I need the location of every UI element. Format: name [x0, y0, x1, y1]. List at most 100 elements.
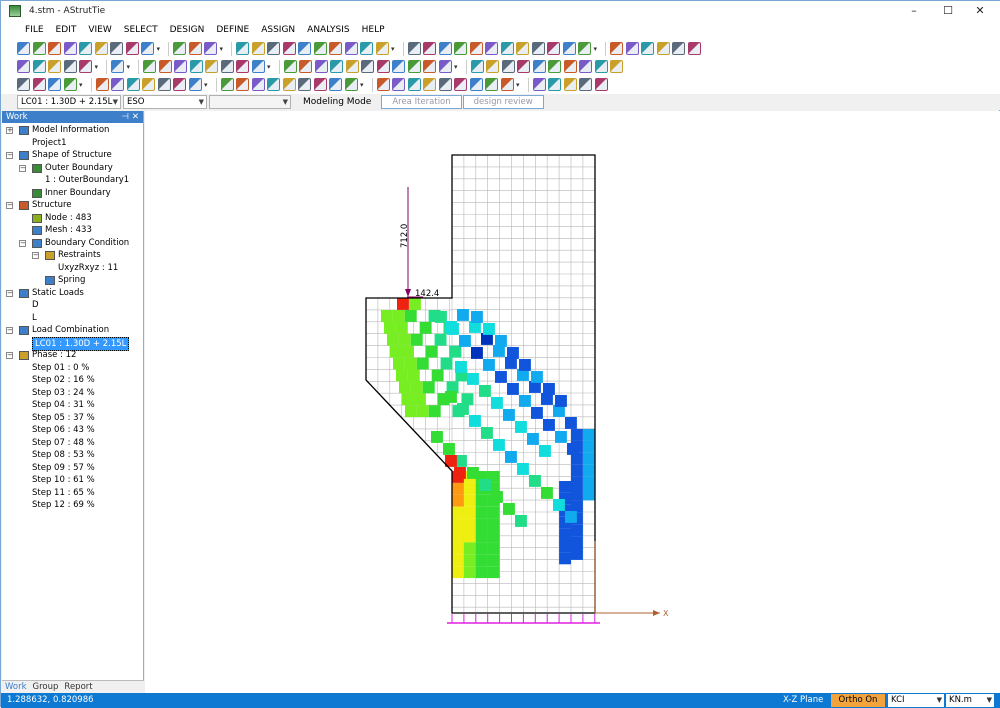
tree-item[interactable]: L [2, 312, 143, 325]
tree-item[interactable]: − Outer Boundary [2, 162, 143, 175]
toolbar-tool-icon[interactable] [485, 42, 499, 55]
tree-expander-icon[interactable]: − [32, 252, 39, 259]
toolbar-dropdown-icon[interactable]: ▾ [220, 45, 224, 53]
toolbar-tool-icon[interactable] [485, 78, 499, 91]
toolbar-tool-icon[interactable] [17, 78, 30, 91]
close-icon[interactable]: ✕ [132, 111, 139, 123]
tab-work[interactable]: Work [2, 681, 30, 693]
toolbar-tool-icon[interactable] [594, 78, 608, 91]
menu-design[interactable]: DESIGN [164, 21, 211, 39]
tree-item[interactable]: Step 03 : 24 % [2, 387, 143, 400]
toolbar-dropdown-icon[interactable]: ▾ [594, 45, 598, 53]
toolbar-tool-icon[interactable] [205, 60, 219, 73]
toolbar-tool-icon[interactable] [204, 42, 218, 55]
menu-define[interactable]: DEFINE [210, 21, 255, 39]
toolbar-tool-icon[interactable] [111, 78, 125, 91]
tab-report[interactable]: Report [61, 681, 95, 693]
toolbar-tool-icon[interactable] [345, 60, 359, 73]
toolbar-tool-icon[interactable] [563, 60, 577, 73]
toolbar-tool-icon[interactable] [95, 78, 109, 91]
toolbar-tool-icon[interactable] [392, 60, 406, 73]
toolbar-dropdown-icon[interactable]: ▾ [157, 45, 161, 53]
toolbar-tool-icon[interactable] [610, 42, 624, 55]
toolbar-tool-icon[interactable] [438, 78, 452, 91]
tree-item[interactable]: Step 07 : 48 % [2, 437, 143, 450]
toolbar-tool-icon[interactable] [344, 42, 358, 55]
tab-group[interactable]: Group [30, 681, 62, 693]
toolbar-tool-icon[interactable] [173, 78, 187, 91]
toolbar-tool-icon[interactable] [517, 60, 531, 73]
toolbar-tool-icon[interactable] [125, 42, 139, 55]
toolbar-tool-icon[interactable] [173, 42, 187, 55]
toolbar-tool-icon[interactable] [376, 78, 390, 91]
tree-item[interactable]: Step 06 : 43 % [2, 424, 143, 437]
toolbar-tool-icon[interactable] [500, 42, 514, 55]
toolbar-tool-icon[interactable] [610, 60, 624, 73]
tree-expander-icon[interactable]: − [19, 164, 26, 172]
unit-select[interactable]: KN.m ▼ [946, 694, 994, 707]
toolbar-tool-icon[interactable] [330, 60, 344, 73]
toolbar-tool-icon[interactable] [313, 78, 327, 91]
toolbar-tool-icon[interactable] [329, 42, 343, 55]
toolbar-tool-icon[interactable] [79, 42, 92, 55]
toolbar-tool-icon[interactable] [579, 60, 593, 73]
tree-item[interactable]: Mesh : 433 [2, 224, 143, 237]
toolbar-tool-icon[interactable] [516, 42, 530, 55]
toolbar-tool-icon[interactable] [267, 78, 281, 91]
area-iteration-tab[interactable]: Area Iteration [381, 95, 462, 109]
toolbar-tool-icon[interactable] [423, 42, 437, 55]
close-button[interactable]: ✕ [963, 1, 997, 21]
toolbar-tool-icon[interactable] [656, 42, 670, 55]
toolbar-tool-icon[interactable] [578, 42, 592, 55]
toolbar-tool-icon[interactable] [314, 60, 328, 73]
toolbar-tool-icon[interactable] [470, 60, 484, 73]
tree-item[interactable]: Step 11 : 65 % [2, 487, 143, 500]
toolbar-tool-icon[interactable] [563, 78, 577, 91]
toolbar-tool-icon[interactable] [17, 60, 30, 73]
method-select[interactable]: ESO ▼ [123, 95, 207, 109]
toolbar-tool-icon[interactable] [17, 42, 30, 55]
toolbar-tool-icon[interactable] [594, 60, 608, 73]
tree-item[interactable]: Step 04 : 31 % [2, 399, 143, 412]
maximize-button[interactable]: ☐ [931, 1, 965, 21]
toolbar-tool-icon[interactable] [111, 60, 125, 73]
toolbar-tool-icon[interactable] [344, 78, 358, 91]
toolbar-tool-icon[interactable] [438, 60, 452, 73]
tree-expander-icon[interactable]: − [19, 239, 26, 247]
toolbar-dropdown-icon[interactable]: ▾ [454, 63, 458, 71]
tree-item[interactable]: D [2, 299, 143, 312]
menu-view[interactable]: VIEW [82, 21, 117, 39]
toolbar-tool-icon[interactable] [407, 78, 421, 91]
toolbar-tool-icon[interactable] [672, 42, 686, 55]
menu-edit[interactable]: EDIT [50, 21, 83, 39]
toolbar-tool-icon[interactable] [251, 78, 265, 91]
toolbar-tool-icon[interactable] [486, 60, 500, 73]
toolbar-dropdown-icon[interactable]: ▾ [95, 63, 99, 71]
toolbar-tool-icon[interactable] [641, 42, 655, 55]
toolbar-tool-icon[interactable] [157, 78, 171, 91]
toolbar-tool-icon[interactable] [501, 60, 515, 73]
menu-help[interactable]: HELP [356, 21, 391, 39]
toolbar-dropdown-icon[interactable]: ▾ [79, 81, 83, 89]
tree-item[interactable]: Step 02 : 16 % [2, 374, 143, 387]
toolbar-dropdown-icon[interactable]: ▾ [267, 63, 271, 71]
toolbar-tool-icon[interactable] [251, 42, 265, 55]
ortho-toggle[interactable]: Ortho On [831, 694, 885, 707]
tree-item[interactable]: Step 01 : 0 % [2, 362, 143, 375]
tree-item[interactable]: − Load Combination [2, 324, 143, 337]
menu-select[interactable]: SELECT [118, 21, 164, 39]
toolbar-tool-icon[interactable] [375, 42, 389, 55]
toolbar-tool-icon[interactable] [469, 42, 483, 55]
tree-item[interactable]: Step 12 : 69 % [2, 499, 143, 512]
toolbar-tool-icon[interactable] [236, 42, 250, 55]
toolbar-dropdown-icon[interactable]: ▾ [516, 81, 520, 89]
toolbar-tool-icon[interactable] [188, 78, 202, 91]
loadcase-select[interactable]: LC01 : 1.30D + 2.15L ▼ [17, 95, 121, 109]
toolbar-tool-icon[interactable] [48, 42, 61, 55]
toolbar-tool-icon[interactable] [298, 78, 312, 91]
toolbar-tool-icon[interactable] [562, 42, 576, 55]
toolbar-tool-icon[interactable] [438, 42, 452, 55]
model-viewport[interactable]: X 712.0 142.4 [145, 111, 1000, 693]
toolbar-tool-icon[interactable] [110, 42, 123, 55]
toolbar-tool-icon[interactable] [126, 78, 140, 91]
